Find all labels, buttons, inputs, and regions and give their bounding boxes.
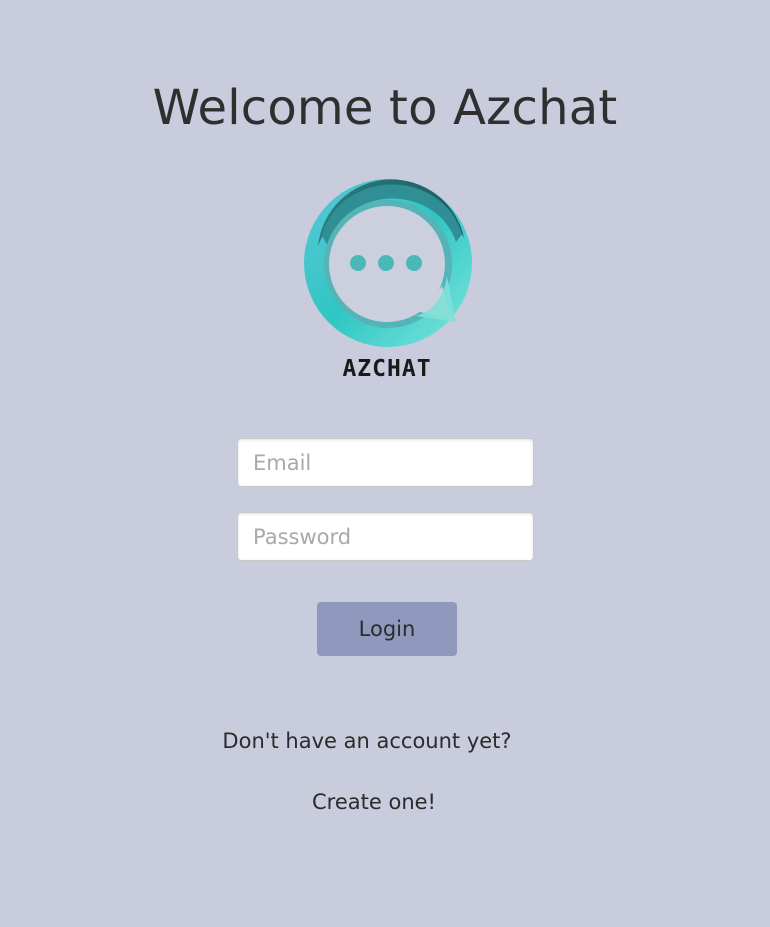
password-field[interactable] — [237, 512, 534, 561]
chat-bubble-logo-icon — [304, 179, 472, 347]
azchat-logo — [292, 176, 482, 386]
logo-wordmark: AZCHAT — [342, 356, 432, 382]
email-field[interactable] — [237, 438, 534, 487]
login-button[interactable]: Login — [317, 602, 457, 656]
page-title: Welcome to Azchat — [152, 80, 618, 136]
create-account-link[interactable]: Create one! — [0, 790, 748, 814]
signup-prompt: Don't have an account yet? — [222, 729, 512, 753]
